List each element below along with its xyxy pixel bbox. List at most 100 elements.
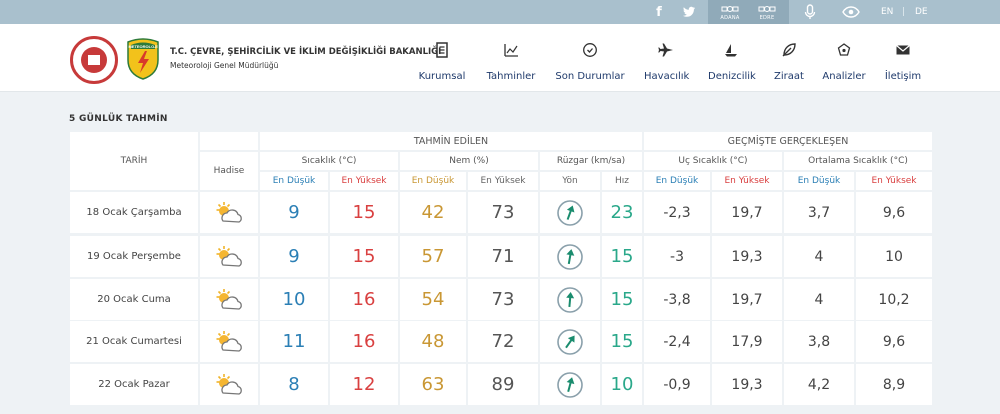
cell-wind-spd: 15 xyxy=(602,279,642,320)
cell-t-high: 16 xyxy=(330,321,398,362)
satellite-badge-edre[interactable]: EDRE xyxy=(745,0,789,24)
sailboat-icon xyxy=(725,44,737,57)
partly-cloudy-icon xyxy=(200,279,258,320)
cell-x-low: -3,8 xyxy=(644,279,710,320)
nav-denizcilik[interactable]: Denizcilik xyxy=(708,42,756,83)
col-header-high: En Yüksek xyxy=(856,172,932,190)
cell-h-low: 57 xyxy=(400,236,466,277)
cell-h-high: 89 xyxy=(468,364,538,405)
sub-header-humidity: Nem (%) xyxy=(400,152,538,170)
cell-x-low: -3 xyxy=(644,236,710,277)
sub-header-wind: Rüzgar (km/sa) xyxy=(540,152,642,170)
chart-icon xyxy=(504,44,518,57)
partly-cloudy-icon xyxy=(200,236,258,277)
twitter-icon[interactable] xyxy=(678,0,700,24)
facebook-icon[interactable]: f xyxy=(648,0,670,24)
site-header: METEOROLOJİ T.C. ÇEVRE, ŞEHİRCİLİK VE İK… xyxy=(0,24,1000,92)
airplane-icon xyxy=(658,43,673,57)
lang-de[interactable]: DE xyxy=(915,0,928,24)
nav-label: İletişim xyxy=(884,71,922,82)
cell-wind-spd: 15 xyxy=(602,236,642,277)
nav-label: Tahminler xyxy=(486,71,536,82)
nav-havacilik[interactable]: Havacılık xyxy=(644,42,690,83)
cell-x-high: 19,3 xyxy=(712,236,782,277)
nav-label: Analizler xyxy=(822,71,866,82)
cell-t-low: 11 xyxy=(260,321,328,362)
satellite-icon xyxy=(758,5,776,12)
col-header-date: TARİH xyxy=(70,132,198,190)
nav-label: Kurumsal xyxy=(418,71,466,82)
section-title: 5 GÜNLÜK TAHMİN xyxy=(69,114,168,124)
nav-son-durumlar[interactable]: Son Durumlar xyxy=(555,42,625,83)
col-header-low: En Düşük xyxy=(400,172,466,190)
leaf-icon xyxy=(782,43,796,57)
nav-label: Havacılık xyxy=(644,71,690,82)
cell-t-low: 8 xyxy=(260,364,328,405)
group-header-forecast: TAHMİN EDİLEN xyxy=(260,132,642,150)
cell-h-high: 72 xyxy=(468,321,538,362)
cell-t-low: 9 xyxy=(260,192,328,233)
cell-x-high: 19,7 xyxy=(712,279,782,320)
cell-a-low: 3,8 xyxy=(784,321,854,362)
row-date: 21 Ocak Cumartesi xyxy=(70,321,198,362)
col-header-low: En Düşük xyxy=(260,172,328,190)
cell-wind-spd: 10 xyxy=(602,364,642,405)
cell-x-high: 19,7 xyxy=(712,192,782,233)
nav-ziraat[interactable]: Ziraat xyxy=(774,42,804,83)
nav-tahminler[interactable]: Tahminler xyxy=(486,42,536,83)
document-icon xyxy=(436,42,448,58)
forecast-table: TARİH TAHMİN EDİLEN GEÇMİŞTE GERÇEKLEŞEN Ha… xyxy=(70,132,932,407)
microphone-icon[interactable] xyxy=(792,0,828,24)
row-date: 20 Ocak Cuma xyxy=(70,279,198,320)
ministry-logo[interactable] xyxy=(70,36,118,84)
badge-label: ADANA xyxy=(720,14,740,21)
cell-a-high: 9,6 xyxy=(856,192,932,233)
cell-h-low: 48 xyxy=(400,321,466,362)
meteorology-logo[interactable]: METEOROLOJİ xyxy=(126,36,160,80)
nav-analizler[interactable]: Analizler xyxy=(822,42,866,83)
header-spacer xyxy=(200,132,258,150)
cell-t-high: 16 xyxy=(330,279,398,320)
col-header-event: Hadise xyxy=(200,152,258,190)
cell-a-high: 10,2 xyxy=(856,279,932,320)
cell-x-low: -0,9 xyxy=(644,364,710,405)
wind-direction-icon xyxy=(540,279,600,320)
cell-a-low: 4,2 xyxy=(784,364,854,405)
wind-direction-icon xyxy=(540,236,600,277)
cell-t-low: 10 xyxy=(260,279,328,320)
col-header-speed: Hız xyxy=(602,172,642,190)
nav-iletisim[interactable]: İletişim xyxy=(884,42,922,83)
cell-x-high: 19,3 xyxy=(712,364,782,405)
col-header-high: En Yüksek xyxy=(330,172,398,190)
sub-header-average: Ortalama Sıcaklık (°C) xyxy=(784,152,932,170)
badge-label: EDRE xyxy=(759,14,775,21)
cell-a-low: 4 xyxy=(784,236,854,277)
org-subtitle: Meteoroloji Genel Müdürlüğü xyxy=(170,61,279,70)
cell-a-low: 4 xyxy=(784,279,854,320)
cell-a-high: 10 xyxy=(856,236,932,277)
nav-label: Son Durumlar xyxy=(555,71,625,82)
cell-h-high: 71 xyxy=(468,236,538,277)
cell-h-low: 63 xyxy=(400,364,466,405)
cell-x-low: -2,4 xyxy=(644,321,710,362)
col-header-low: En Düşük xyxy=(784,172,854,190)
cell-t-high: 12 xyxy=(330,364,398,405)
row-date: 18 Ocak Çarşamba xyxy=(70,192,198,233)
partly-cloudy-icon xyxy=(200,364,258,405)
nav-kurumsal[interactable]: Kurumsal xyxy=(418,42,466,83)
col-header-direction: Yön xyxy=(540,172,600,190)
lang-en[interactable]: EN xyxy=(881,0,893,24)
cell-h-high: 73 xyxy=(468,192,538,233)
eye-icon[interactable] xyxy=(833,0,869,24)
cell-t-low: 9 xyxy=(260,236,328,277)
clock-icon xyxy=(583,43,597,57)
cell-x-high: 17,9 xyxy=(712,321,782,362)
mail-icon xyxy=(896,45,910,55)
nav-label: Ziraat xyxy=(774,71,804,82)
cell-h-high: 73 xyxy=(468,279,538,320)
sub-header-extreme: Uç Sıcaklık (°C) xyxy=(644,152,782,170)
cell-h-low: 54 xyxy=(400,279,466,320)
cell-a-high: 9,6 xyxy=(856,321,932,362)
wind-direction-icon xyxy=(540,192,600,233)
satellite-icon xyxy=(721,5,739,12)
